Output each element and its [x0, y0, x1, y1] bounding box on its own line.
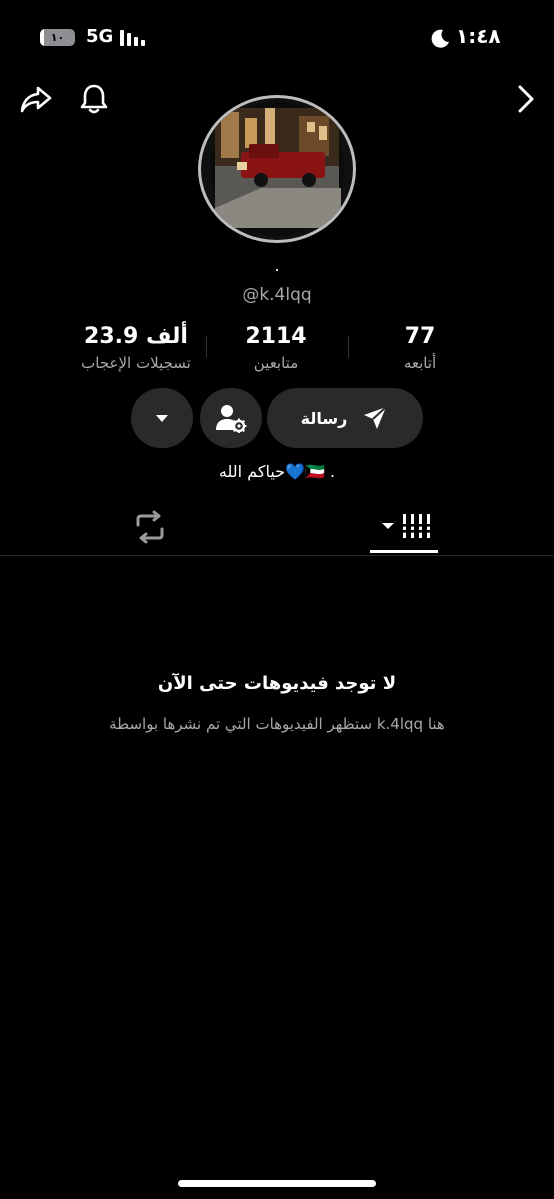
empty-state-subtitle: ستظهر الفيديوهات التي تم نشرها بواسطة k.… [109, 715, 445, 733]
repost-icon[interactable] [132, 510, 168, 544]
dropdown-arrow-icon [156, 415, 168, 422]
likes-count: 23.9 ألف [84, 324, 188, 349]
profile-nickname: . [274, 256, 280, 275]
avatar[interactable] [198, 95, 356, 243]
active-tab-indicator [370, 550, 438, 553]
following-count: 77 [404, 324, 436, 349]
status-time: ١:٤٨ [456, 24, 501, 48]
following-label: أتابعه [403, 354, 437, 372]
profile-username: @k.4lqq [242, 285, 312, 305]
following-stat[interactable]: 77 أتابعه [340, 324, 500, 374]
signal-icon [120, 30, 145, 46]
user-settings-icon [216, 405, 247, 433]
more-options-button[interactable] [131, 388, 193, 448]
message-button-label: رسالة [300, 408, 348, 428]
tabs-divider [0, 555, 554, 556]
share-icon[interactable] [19, 82, 53, 116]
empty-state-title: لا توجد فيديوهات حتى الآن [157, 673, 397, 694]
battery-indicator: ١٠ [40, 29, 75, 46]
network-type: 5G [86, 26, 114, 47]
profile-bio: حياكم الله💙🇰🇼 . [218, 462, 336, 481]
message-button[interactable]: رسالة [267, 388, 423, 448]
user-settings-button[interactable] [200, 388, 262, 448]
moon-icon [431, 29, 449, 48]
back-arrow-icon[interactable] [510, 82, 544, 116]
bell-icon[interactable] [77, 82, 111, 116]
followers-label: متابعين [253, 354, 299, 372]
followers-stat[interactable]: 2114 متابعين [196, 324, 356, 374]
home-indicator[interactable] [178, 1180, 376, 1187]
likes-label: تسجيلات الإعجاب [81, 354, 191, 372]
battery-level: ١٠ [50, 31, 65, 44]
avatar-photo [210, 102, 344, 236]
followers-count: 2114 [245, 324, 307, 349]
send-icon [364, 406, 388, 429]
videos-grid-icon[interactable] [378, 510, 434, 544]
likes-stat: 23.9 ألف تسجيلات الإعجاب [56, 324, 216, 374]
